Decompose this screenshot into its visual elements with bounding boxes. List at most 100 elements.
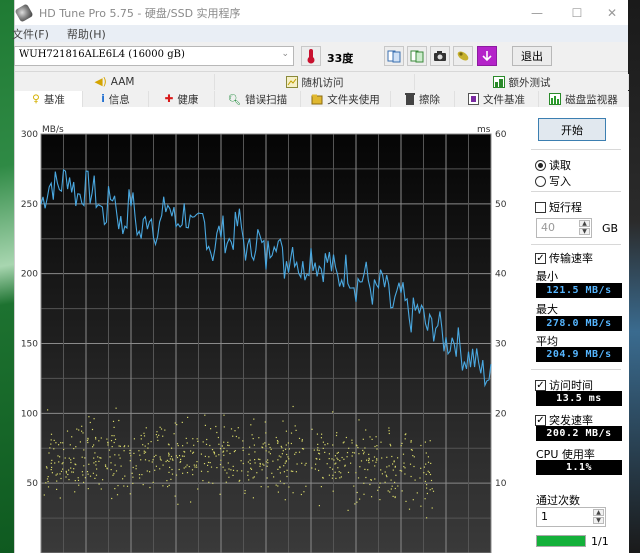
- short-stroke-checkbox[interactable]: 短行程: [535, 199, 582, 215]
- exit-button[interactable]: 退出: [512, 46, 552, 66]
- access-time-point: [222, 466, 224, 468]
- access-time-point: [230, 469, 232, 471]
- tab-folder-usage[interactable]: 文件夹使用: [301, 91, 391, 107]
- access-time-point: [93, 457, 95, 459]
- tab-erase[interactable]: 擦除: [391, 91, 455, 107]
- screenshot-button[interactable]: [430, 46, 450, 66]
- access-time-point: [160, 459, 162, 461]
- access-time-point: [389, 443, 391, 445]
- save-button[interactable]: [477, 46, 497, 66]
- access-time-point: [162, 485, 164, 487]
- access-time-point: [232, 465, 234, 467]
- tab-file-benchmark[interactable]: 文件基准: [455, 91, 539, 107]
- write-radio[interactable]: 写入: [535, 173, 571, 189]
- spin-down-icon[interactable]: ▼: [579, 228, 590, 235]
- tab-disk-monitor[interactable]: 磁盘监视器: [539, 91, 629, 107]
- read-radio[interactable]: 读取: [535, 157, 571, 173]
- copy-info-button[interactable]: [384, 46, 404, 66]
- options-button[interactable]: [453, 46, 473, 66]
- access-time-point: [221, 445, 223, 447]
- access-time-point: [74, 480, 76, 482]
- access-time-point: [269, 446, 271, 449]
- access-time-point: [317, 447, 319, 449]
- access-time-point: [416, 492, 418, 494]
- access-time-point: [98, 440, 100, 442]
- maximize-button[interactable]: ☐: [558, 0, 596, 25]
- access-time-point: [242, 449, 244, 451]
- access-time-point: [321, 433, 323, 435]
- chart-svg: 50 100 150 200 250 300 10 20 30 40 50 60 MB/s ms: [21, 125, 507, 553]
- access-time-point: [135, 468, 137, 470]
- access-time-point: [53, 439, 55, 441]
- access-time-point: [228, 468, 230, 470]
- tab-random-access[interactable]: 随机访问: [215, 74, 415, 90]
- access-time-point: [143, 452, 145, 454]
- access-time-point: [332, 474, 334, 476]
- access-time-point: [202, 480, 204, 482]
- access-time-point: [207, 471, 209, 473]
- tab-error-scan[interactable]: 🔍︎ 错误扫描: [215, 91, 301, 107]
- minimize-button[interactable]: —: [518, 0, 556, 25]
- access-time-point: [283, 465, 285, 467]
- access-time-point: [269, 453, 271, 455]
- access-time-point: [320, 486, 322, 488]
- access-time-point: [426, 517, 428, 519]
- close-button[interactable]: ✕: [593, 0, 631, 25]
- access-time-point: [337, 467, 339, 469]
- access-time-point: [47, 476, 49, 478]
- access-time-point: [348, 447, 350, 449]
- short-stroke-size-input[interactable]: 40 ▲ ▼: [536, 218, 592, 238]
- access-time-point: [115, 407, 117, 409]
- y-tick-right: 40: [495, 270, 507, 280]
- start-button[interactable]: 开始: [538, 118, 606, 141]
- access-time-point: [374, 478, 376, 480]
- file-benchmark-icon: [468, 93, 479, 105]
- access-time-point: [62, 462, 64, 464]
- access-time-point: [394, 496, 396, 499]
- tab-health[interactable]: ✚ 健康: [149, 91, 215, 107]
- pass-progress-bar: [536, 535, 586, 547]
- access-time-point: [59, 456, 61, 458]
- access-time-point: [209, 462, 211, 464]
- access-time-point: [93, 462, 95, 464]
- access-time-point: [94, 477, 96, 479]
- access-time-point: [119, 457, 121, 459]
- access-time-point: [223, 414, 225, 416]
- transfer-rate-checkbox[interactable]: ✓ 传输速率: [535, 250, 593, 266]
- access-time-point: [192, 474, 194, 476]
- access-time-point: [424, 480, 426, 482]
- checkbox-box: ✓: [535, 379, 546, 391]
- access-time-point: [366, 459, 368, 461]
- access-time-point: [223, 426, 225, 428]
- access-time-point: [425, 473, 427, 475]
- access-time-point: [345, 436, 347, 439]
- tab-benchmark[interactable]: ♀ 基准: [15, 91, 83, 107]
- copy-results-button[interactable]: [407, 46, 427, 66]
- access-time-point: [286, 475, 288, 478]
- access-time-point: [73, 457, 75, 459]
- menu-help[interactable]: 帮助(H): [67, 26, 114, 42]
- access-time-point: [423, 472, 425, 474]
- access-time-point: [420, 467, 422, 469]
- access-time-point: [63, 448, 65, 451]
- menu-file[interactable]: 文件(F): [12, 26, 57, 42]
- spin-up-icon[interactable]: ▲: [593, 509, 604, 516]
- access-time-point: [188, 466, 190, 468]
- access-time-point: [113, 426, 115, 428]
- tab-info[interactable]: i 信息: [83, 91, 149, 107]
- access-time-point: [84, 457, 86, 459]
- passes-input[interactable]: 1 ▲ ▼: [536, 507, 606, 527]
- y-axis-label-left: MB/s: [42, 125, 64, 135]
- access-time-point: [413, 456, 415, 458]
- access-time-point: [283, 471, 285, 473]
- access-time-point: [56, 473, 58, 475]
- spin-down-icon[interactable]: ▼: [593, 517, 604, 524]
- access-time-point: [272, 460, 274, 462]
- drive-select[interactable]: WUH721816ALE6L4 (16000 gB) ⌄: [14, 46, 294, 66]
- tab-aam[interactable]: ◀) AAM: [15, 74, 215, 90]
- tab-extra-tests[interactable]: 额外测试: [415, 74, 629, 90]
- access-time-point: [354, 503, 356, 505]
- spin-up-icon[interactable]: ▲: [579, 220, 590, 227]
- access-time-point: [87, 441, 89, 444]
- temperature-button[interactable]: [301, 46, 321, 66]
